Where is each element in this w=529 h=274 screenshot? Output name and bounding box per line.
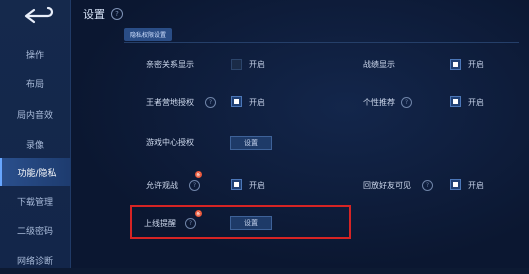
camp-auth-label: 王者营地授权	[146, 98, 194, 107]
new-badge: 新	[195, 210, 202, 217]
relation-display-label: 亲密关系显示	[146, 60, 194, 69]
relation-display-checkbox[interactable]	[231, 59, 242, 70]
divider	[124, 42, 519, 43]
battle-record-label: 战绩显示	[363, 60, 395, 69]
spectate-checkbox[interactable]	[231, 179, 242, 190]
replay-friends-option: 开启	[468, 181, 484, 190]
online-reminder-label: 上线提醒	[144, 219, 176, 228]
camp-auth-checkbox[interactable]	[231, 96, 242, 107]
sidebar-item-privacy[interactable]: 功能/隐私	[0, 158, 72, 186]
replay-friends-checkbox[interactable]	[450, 179, 461, 190]
battle-record-option: 开启	[468, 60, 484, 69]
section-tag: 隐私权限设置	[124, 28, 173, 41]
spectate-label: 允许观战	[146, 181, 178, 190]
online-reminder-settings-button[interactable]: 设置	[230, 216, 272, 230]
battle-record-checkbox[interactable]	[450, 59, 461, 70]
gamecenter-settings-button[interactable]: 设置	[230, 136, 272, 150]
sidebar-item-downloads[interactable]: 下载管理	[0, 187, 70, 215]
sidebar-item-password[interactable]: 二级密码	[0, 216, 70, 244]
recommend-label: 个性推荐	[363, 98, 395, 107]
camp-auth-option: 开启	[249, 98, 265, 107]
sidebar-item-layout[interactable]: 布局	[0, 69, 70, 97]
back-arrow-icon[interactable]	[18, 4, 58, 28]
recommend-option: 开启	[468, 98, 484, 107]
relation-display-option: 开启	[249, 60, 265, 69]
sidebar-item-network[interactable]: 网络诊断	[0, 246, 70, 274]
spectate-help-icon[interactable]: ?	[189, 180, 200, 191]
settings-panel: 设置 ? 隐私权限设置 亲密关系显示 开启 战绩显示 开启 王者营地授权 ? 开…	[71, 0, 529, 268]
sidebar-item-replay[interactable]: 录像	[0, 130, 70, 158]
replay-friends-help-icon[interactable]: ?	[422, 180, 433, 191]
replay-friends-label: 回放好友可见	[363, 181, 411, 190]
camp-auth-help-icon[interactable]: ?	[205, 97, 216, 108]
online-reminder-help-icon[interactable]: ?	[185, 218, 196, 229]
new-badge: 新	[195, 171, 202, 178]
help-icon[interactable]: ?	[111, 8, 123, 20]
page-title: 设置 ?	[83, 6, 123, 22]
recommend-help-icon[interactable]: ?	[401, 97, 412, 108]
sidebar-item-sound[interactable]: 局内音效	[0, 100, 70, 128]
spectate-option: 开启	[249, 181, 265, 190]
sidebar-item-controls[interactable]: 操作	[0, 40, 70, 68]
recommend-checkbox[interactable]	[450, 96, 461, 107]
gamecenter-auth-label: 游戏中心授权	[146, 138, 194, 147]
sidebar: 操作 布局 局内音效 录像 功能/隐私 下载管理 二级密码 网络诊断	[0, 0, 72, 268]
